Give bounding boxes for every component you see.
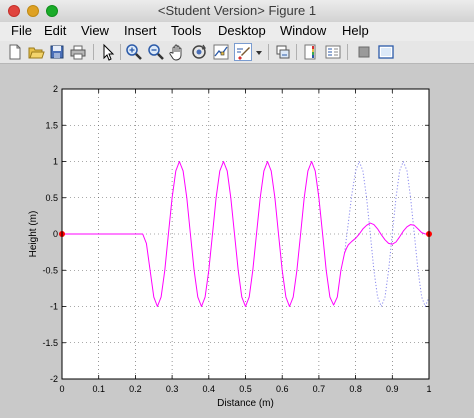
- x-tick-label: 0.4: [203, 384, 216, 394]
- data-cursor-icon[interactable]: [212, 43, 230, 61]
- plot-canvas[interactable]: 0 0.1 0.2 0.3 0.4 0.5 0.6 0.7 0.8 0.9 1 -2 -1.5 -1 -0.…: [0, 64, 474, 418]
- x-tick-label: 0.8: [349, 384, 362, 394]
- menu-view[interactable]: View: [81, 23, 109, 38]
- open-file-icon[interactable]: [27, 43, 45, 61]
- x-tick-label: 0.6: [276, 384, 289, 394]
- x-tick-label: 0.9: [386, 384, 399, 394]
- menu-desktop[interactable]: Desktop: [218, 23, 266, 38]
- toolbar-separator: [120, 44, 121, 60]
- brush-dropdown-icon[interactable]: [254, 43, 264, 61]
- x-tick-label: 0.3: [166, 384, 179, 394]
- insert-colorbar-icon[interactable]: [302, 43, 320, 61]
- figure-area: 0 0.1 0.2 0.3 0.4 0.5 0.6 0.7 0.8 0.9 1 -2 -1.5 -1 -0.…: [0, 64, 474, 418]
- toolbar-separator: [268, 44, 269, 60]
- hide-plot-tools-icon[interactable]: [355, 43, 373, 61]
- x-axis-label: Distance (m): [217, 398, 274, 409]
- y-tick-label: 1.5: [45, 120, 58, 130]
- insert-legend-icon[interactable]: [324, 43, 342, 61]
- link-plot-icon[interactable]: [274, 43, 292, 61]
- menu-file[interactable]: File: [11, 23, 32, 38]
- y-tick-label: 0: [53, 229, 58, 239]
- y-tick-label: 0.5: [45, 193, 58, 203]
- y-tick-label: -1: [50, 302, 58, 312]
- y-axis-label: Height (m): [28, 211, 39, 258]
- x-tick-label: 0.7: [313, 384, 326, 394]
- toolbar-separator: [93, 44, 94, 60]
- y-tick-label: 1: [53, 157, 58, 167]
- x-tick-label: 0.5: [239, 384, 252, 394]
- menu-edit[interactable]: Edit: [44, 23, 66, 38]
- x-tick-label: 0.2: [129, 384, 142, 394]
- figure-toolbar: [0, 41, 474, 64]
- x-tick-label: 1: [426, 384, 431, 394]
- pan-hand-icon[interactable]: [168, 43, 186, 61]
- x-tick-label: 0: [59, 384, 64, 394]
- x-tick-label: 0.1: [92, 384, 105, 394]
- menu-window[interactable]: Window: [280, 23, 326, 38]
- menu-insert[interactable]: Insert: [124, 23, 157, 38]
- y-tick-label: -1.5: [42, 338, 58, 348]
- zoom-out-icon[interactable]: [147, 43, 165, 61]
- toolbar-separator: [296, 44, 297, 60]
- save-icon[interactable]: [48, 43, 66, 61]
- menu-tools[interactable]: Tools: [171, 23, 201, 38]
- toolbar-separator: [347, 44, 348, 60]
- window-title: <Student Version> Figure 1: [157, 3, 317, 18]
- new-figure-icon[interactable]: [6, 43, 24, 61]
- edit-plot-arrow-icon[interactable]: [99, 43, 117, 61]
- y-tick-label: -0.5: [42, 265, 58, 275]
- show-plot-tools-icon[interactable]: [377, 43, 395, 61]
- y-tick-label: 2: [53, 84, 58, 94]
- brush-icon[interactable]: [234, 43, 252, 61]
- title-bar: <Student Version> Figure 1: [0, 0, 474, 23]
- y-tick-label: -2: [50, 374, 58, 384]
- menu-bar: File Edit View Insert Tools Desktop Wind…: [0, 22, 474, 41]
- rotate-3d-icon[interactable]: [190, 43, 208, 61]
- zoom-in-icon[interactable]: [125, 43, 143, 61]
- menu-help[interactable]: Help: [342, 23, 369, 38]
- print-icon[interactable]: [69, 43, 87, 61]
